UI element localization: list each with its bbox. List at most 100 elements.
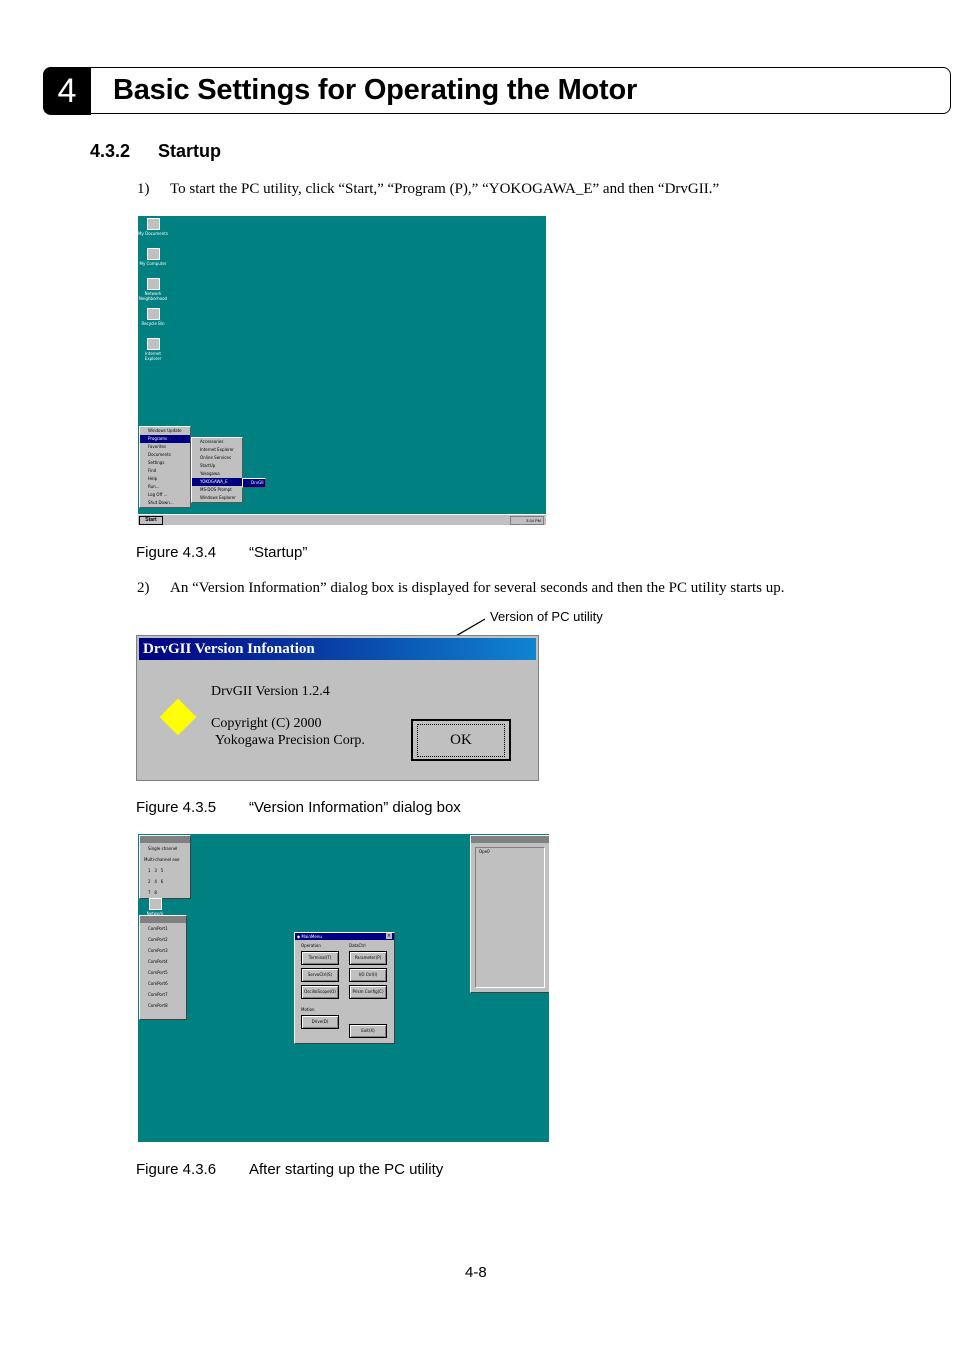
taskbar: Start 3:34 PM (138, 514, 546, 525)
app-screenshot: Single channel Multi-channel exe 1 3 5 2… (138, 834, 549, 1142)
diamond-icon (159, 698, 197, 736)
channel-window: Single channel Multi-channel exe 1 3 5 2… (139, 835, 191, 899)
figure-caption-3: Figure 4.3.6 After starting up the PC uti… (136, 1161, 443, 1178)
start-button[interactable]: Start (139, 516, 163, 525)
start-menu-item[interactable]: Log Off ... (140, 491, 190, 499)
section-name: Startup (158, 141, 221, 161)
window-titlebar (140, 916, 186, 923)
icon-label: Network Neighborhood (138, 291, 168, 301)
comport-radio[interactable]: ComPort2 (140, 934, 186, 945)
channel-6[interactable]: 6 (161, 879, 164, 884)
channel-7[interactable]: 7 (148, 890, 151, 895)
io-ctrl-button[interactable]: I/O Ctrl(I) (349, 968, 387, 982)
dialog-title: DrvGII Version Infonation (139, 638, 536, 660)
drive-button[interactable]: Drive(D) (301, 1015, 339, 1029)
desktop-icon-recycle-bin: Recycle Bin (138, 308, 168, 326)
step-2: 2) An “Version Information” dialog box is… (137, 580, 784, 597)
step-1: 1) To start the PC utility, click “Start,… (137, 181, 719, 198)
network-icon (146, 278, 160, 290)
figure-label: Figure 4.3.5 (136, 799, 217, 816)
company-text: Yokogawa Precision Corp. (215, 733, 365, 748)
internet-explorer-icon (146, 338, 160, 350)
prism-config-button[interactable]: Prism Config(C) (349, 985, 387, 999)
multi-channel-label: Multi-channel exe (144, 857, 180, 862)
list-window: Ope0 (470, 835, 549, 993)
comport-radio[interactable]: ComPort4 (140, 956, 186, 967)
desktop-icon-my-documents: My Documents (138, 218, 168, 236)
start-menu-item[interactable]: Windows Update (140, 427, 190, 435)
start-menu-item[interactable]: Help (140, 475, 190, 483)
channel-8[interactable]: 8 (154, 890, 157, 895)
yokogawa-menu: DrvGII (242, 478, 266, 488)
start-menu-item[interactable]: Programs (140, 435, 190, 443)
version-dialog: DrvGII Version Infonation DrvGII Version… (136, 635, 539, 781)
start-menu-item[interactable]: Find (140, 467, 190, 475)
figure-caption-text: After starting up the PC utility (249, 1161, 444, 1178)
terminal-button[interactable]: Terminal(T) (301, 951, 339, 965)
list-item[interactable]: Ope0 (476, 848, 544, 856)
desktop-icon-network: Network Neighborhood (138, 278, 168, 301)
programs-menu-item[interactable]: Windows Explorer (192, 494, 242, 502)
start-menu-item[interactable]: Settings (140, 459, 190, 467)
programs-menu-item[interactable]: Yokogawa (192, 470, 242, 478)
channel-2[interactable]: 2 (148, 879, 151, 884)
channel-radio-row: 1 3 5 (140, 865, 190, 876)
comport-radio[interactable]: ComPort7 (140, 989, 186, 1000)
main-menu-window: ◆ MainMenu Operation DataCtrl Terminal(T… (294, 932, 395, 1044)
close-icon[interactable]: × (386, 933, 392, 939)
channel-radio-row: 7 8 (140, 887, 190, 898)
icon-label: Recycle Bin (141, 321, 165, 326)
channel-1[interactable]: 1 (148, 868, 151, 873)
channel-5[interactable]: 5 (161, 868, 164, 873)
channel-3[interactable]: 3 (154, 868, 157, 873)
servoctrl-button[interactable]: ServoCtrl(S) (301, 968, 339, 982)
motion-label: Motion (301, 1007, 315, 1012)
programs-menu-item[interactable]: StartUp (192, 462, 242, 470)
step-text: An “Version Information” dialog box is d… (170, 580, 785, 596)
figure-label: Figure 4.3.4 (136, 544, 217, 561)
start-menu-item[interactable]: Run... (140, 483, 190, 491)
section-title: 4.3.2 Startup (90, 141, 221, 162)
comport-radio[interactable]: ComPort1 (140, 923, 186, 934)
drvgii-menu-item[interactable]: DrvGII (243, 479, 265, 487)
comport-radio[interactable]: ComPort3 (140, 945, 186, 956)
comport-radio[interactable]: ComPort8 (140, 1000, 186, 1011)
startup-screenshot: My Documents My Computer Network Neighbo… (138, 216, 546, 525)
parameter-button[interactable]: Parameter(P) (349, 951, 387, 965)
exit-button[interactable]: Exit(X) (349, 1024, 387, 1038)
main-menu-titlebar: ◆ MainMenu (295, 933, 394, 940)
figure-caption-text: “Version Information” dialog box (249, 799, 461, 816)
desktop-icon-ie: Internet Explorer (138, 338, 168, 361)
channel-4[interactable]: 4 (154, 879, 157, 884)
programs-menu-item[interactable]: Internet Explorer (192, 446, 242, 454)
comport-window: ComPort1 ComPort2 ComPort3 ComPort4 ComP… (139, 915, 187, 1020)
section-number: 4.3.2 (90, 141, 131, 161)
programs-menu-item[interactable]: MS-DOS Prompt (192, 486, 242, 494)
step-text: To start the PC utility, click “Start,” … (170, 181, 720, 197)
start-menu-item[interactable]: Shut Down... (140, 499, 190, 507)
comport-radio[interactable]: ComPort5 (140, 967, 186, 978)
start-menu: Windows Update Programs Favorites Docume… (139, 426, 191, 508)
chapter-number: 4 (43, 67, 91, 115)
single-channel-radio[interactable]: Single channel (140, 843, 190, 854)
programs-menu-item[interactable]: Accessories (192, 438, 242, 446)
window-titlebar (140, 836, 190, 843)
ok-button[interactable]: OK (411, 719, 511, 761)
comport-radio[interactable]: ComPort6 (140, 978, 186, 989)
main-menu-title: MainMenu (301, 934, 322, 939)
start-menu-item[interactable]: Documents (140, 451, 190, 459)
icon-label: My Computer (139, 261, 167, 266)
programs-menu-item[interactable]: Online Services (192, 454, 242, 462)
programs-menu-item[interactable]: YOKOGAWA_E (192, 478, 242, 486)
copyright-text: Copyright (C) 2000 (211, 716, 322, 731)
figure-caption-2: Figure 4.3.5 “Version Information” dialog… (136, 799, 461, 816)
folder-icon (146, 218, 160, 230)
step-number: 1) (137, 181, 150, 197)
window-titlebar (471, 836, 549, 843)
oscilloscope-button[interactable]: OscilloScope(O) (301, 985, 339, 999)
version-text: DrvGII Version 1.2.4 (211, 684, 330, 699)
step-number: 2) (137, 580, 150, 596)
start-menu-item[interactable]: Favorites (140, 443, 190, 451)
recycle-bin-icon (146, 308, 160, 320)
icon-label: Internet Explorer (144, 351, 162, 361)
